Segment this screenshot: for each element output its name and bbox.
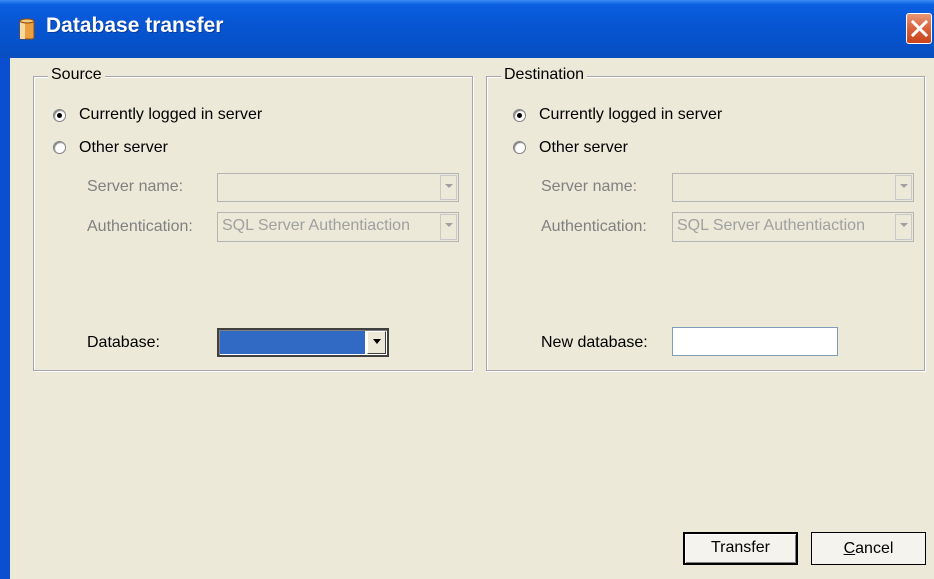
chevron-down-icon[interactable] (367, 331, 386, 354)
destination-server-name-label: Server name: (541, 178, 638, 195)
source-radio-other-server[interactable] (53, 141, 66, 154)
cancel-button[interactable]: Cancel (811, 532, 926, 565)
source-authentication-select[interactable]: SQL Server Authentiaction (217, 212, 459, 242)
chevron-down-icon[interactable] (895, 175, 912, 200)
source-database-label: Database: (87, 334, 160, 351)
database-icon (19, 18, 35, 40)
destination-new-database-input[interactable] (672, 327, 838, 356)
window-title: Database transfer (46, 14, 224, 37)
close-button[interactable] (906, 13, 932, 44)
source-radio-other-label[interactable]: Other server (79, 139, 168, 157)
destination-server-name-select[interactable] (672, 173, 914, 202)
source-radio-current-label[interactable]: Currently logged in server (79, 106, 262, 124)
destination-authentication-label: Authentication: (541, 218, 647, 235)
chevron-down-icon[interactable] (895, 214, 912, 240)
source-group-title: Source (48, 66, 105, 84)
destination-radio-current-server[interactable] (513, 109, 526, 122)
destination-new-database-label: New database: (541, 334, 648, 351)
source-server-name-label: Server name: (87, 178, 184, 195)
destination-radio-current-label[interactable]: Currently logged in server (539, 106, 722, 124)
close-icon (911, 20, 928, 37)
transfer-button-label: Transfer (711, 539, 770, 556)
cancel-button-label-post: ancel (855, 540, 894, 557)
transfer-button[interactable]: Transfer (683, 532, 798, 565)
source-server-name-select[interactable] (217, 173, 459, 202)
destination-radio-other-server[interactable] (513, 141, 526, 154)
source-radio-current-server[interactable] (53, 109, 66, 122)
window-frame-left (0, 58, 10, 579)
source-database-select[interactable] (217, 328, 389, 357)
title-bar[interactable]: Database transfer (0, 0, 934, 58)
source-authentication-value: SQL Server Authentiaction (222, 217, 410, 234)
chevron-down-icon[interactable] (440, 214, 457, 240)
database-transfer-dialog: Database transfer Source Currently logge… (0, 0, 934, 579)
destination-authentication-value: SQL Server Authentiaction (677, 217, 865, 234)
chevron-down-icon[interactable] (440, 175, 457, 200)
destination-authentication-select[interactable]: SQL Server Authentiaction (672, 212, 914, 242)
cancel-button-accelerator: C (843, 540, 856, 557)
destination-group-title: Destination (501, 66, 588, 84)
destination-radio-other-label[interactable]: Other server (539, 139, 628, 157)
source-database-value (220, 331, 365, 354)
source-authentication-label: Authentication: (87, 218, 193, 235)
